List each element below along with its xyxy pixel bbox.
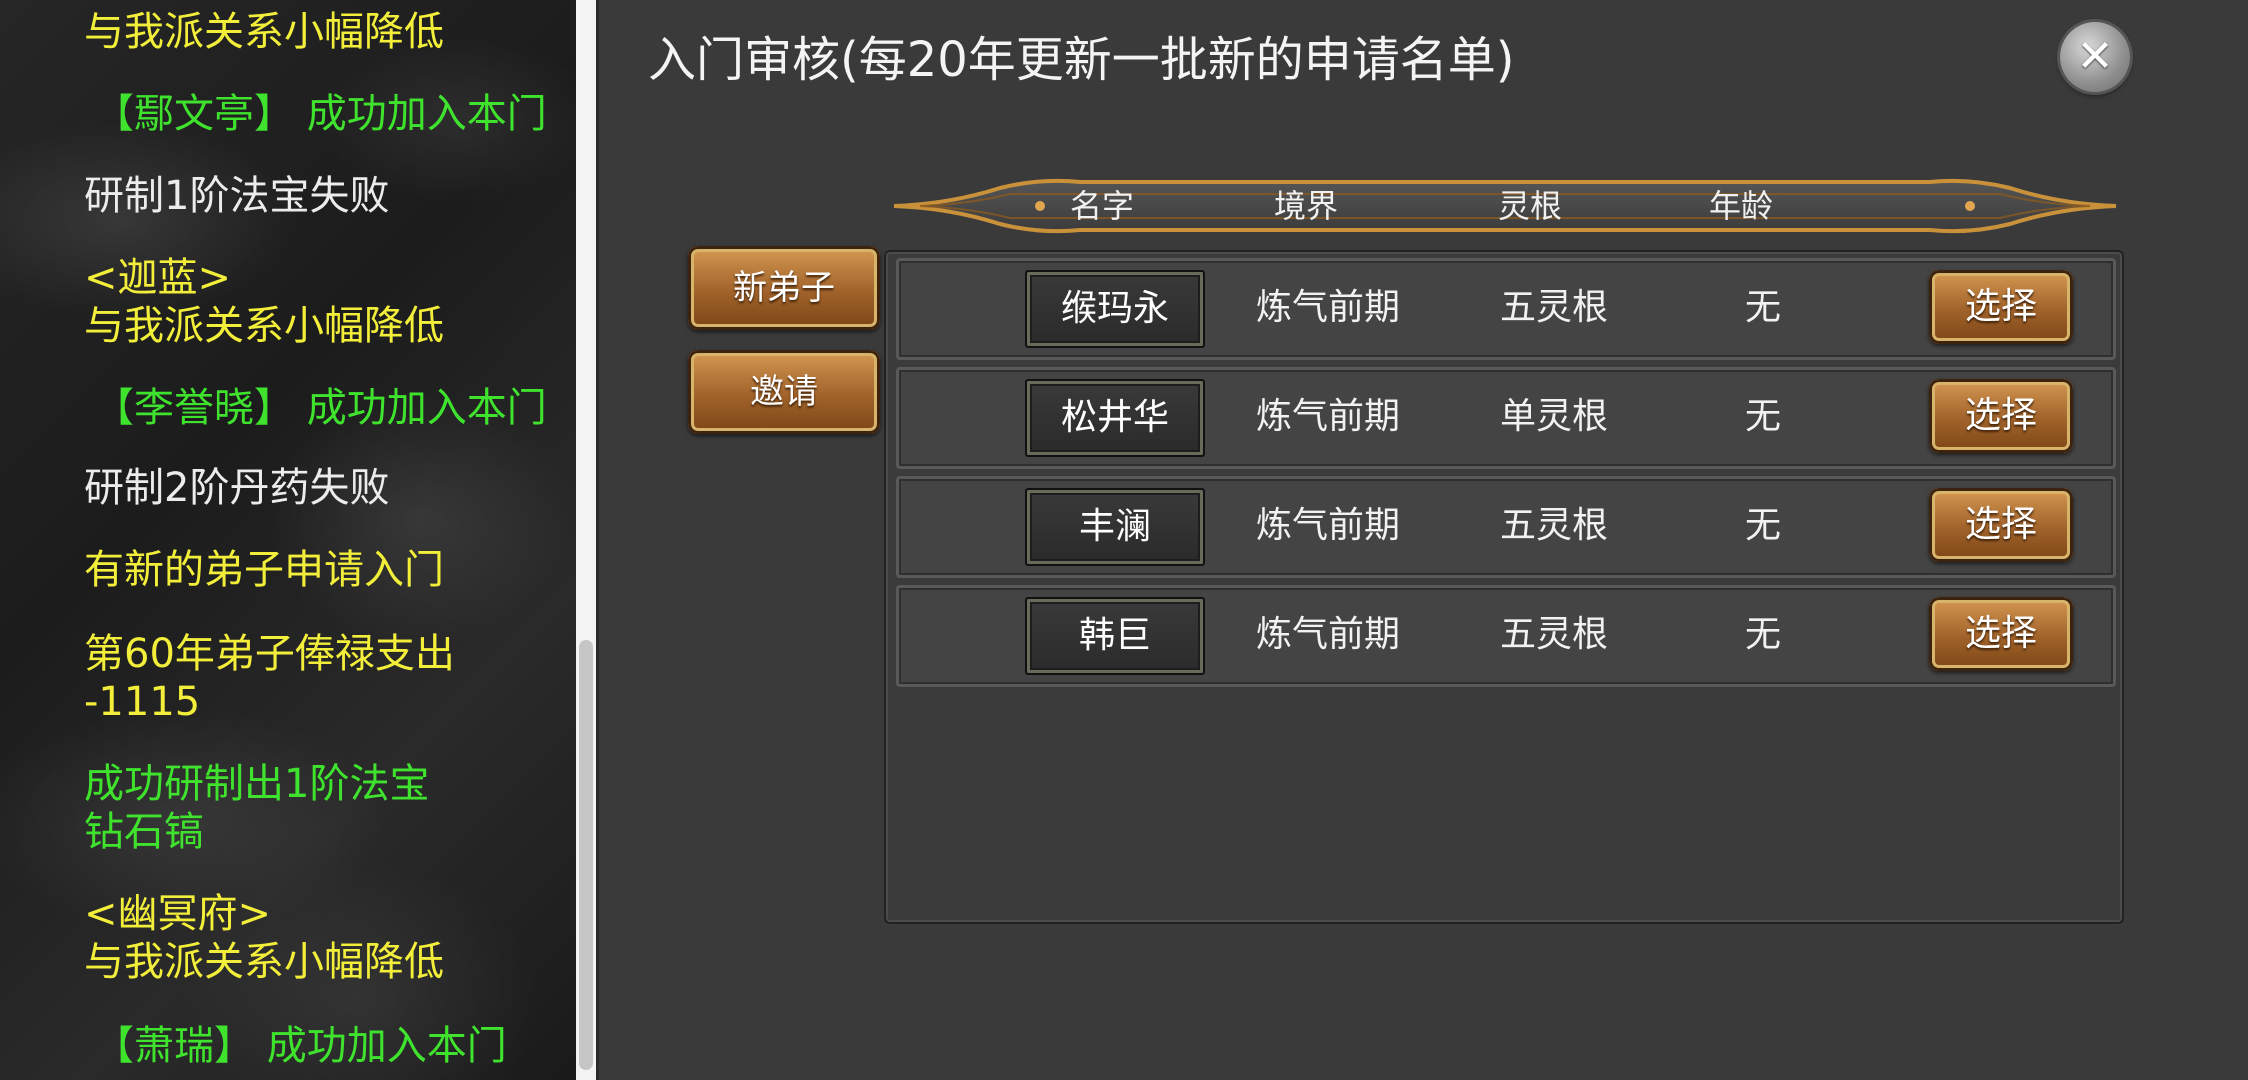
table-row: 松井华 炼气前期 单灵根 无 选择	[896, 367, 2116, 469]
log-line: <幽冥府>	[84, 891, 272, 937]
log-line: 与我派关系小幅降低	[84, 9, 444, 55]
log-line: 钻石镐	[84, 809, 204, 855]
applicant-spirit-root: 单灵根	[1499, 396, 1609, 437]
applicant-age: 无	[1744, 287, 1782, 328]
select-button[interactable]: 选择	[1929, 379, 2073, 453]
log-line: 与我派关系小幅降低	[84, 939, 444, 985]
log-line: 【李誉晓】 成功加入本门	[94, 385, 547, 431]
applicant-age: 无	[1744, 505, 1782, 546]
log-line: 第60年弟子俸禄支出	[84, 631, 455, 677]
log-entry: 【李誉晓】 成功加入本门	[94, 384, 547, 432]
column-header-name: 名字	[1069, 187, 1135, 225]
table-header-banner: 名字 境界 灵根 年龄	[890, 170, 2120, 242]
table-row: 缑玛永 炼气前期 五灵根 无 选择	[896, 258, 2116, 360]
log-line: 【萧瑞】 成功加入本门	[94, 1023, 507, 1069]
panel-divider	[596, 0, 599, 1080]
log-line: -1115	[84, 679, 201, 725]
applicant-age: 无	[1744, 396, 1782, 437]
log-entry: 研制1阶法宝失败	[84, 172, 389, 220]
log-entry: <迦蓝> 与我派关系小幅降低	[84, 254, 444, 350]
invite-button[interactable]: 邀请	[688, 350, 880, 434]
applicant-realm: 炼气前期	[1255, 287, 1401, 328]
column-header-realm: 境界	[1273, 187, 1339, 225]
event-log-panel[interactable]: 与我派关系小幅降低 【鄢文亭】 成功加入本门 研制1阶法宝失败 <迦蓝> 与我派…	[0, 0, 576, 1080]
log-entry: 【萧瑞】 成功加入本门	[94, 1022, 507, 1070]
close-icon: ✕	[2076, 31, 2114, 82]
log-line: 有新的弟子申请入门	[84, 547, 444, 593]
log-entry: <幽冥府> 与我派关系小幅降低	[84, 890, 444, 986]
applicant-realm: 炼气前期	[1255, 505, 1401, 546]
select-button[interactable]: 选择	[1929, 597, 2073, 671]
log-line: 【鄢文亭】 成功加入本门	[94, 91, 547, 137]
select-button[interactable]: 选择	[1929, 488, 2073, 562]
applicant-name: 缑玛永	[1025, 270, 1205, 348]
log-entry: 与我派关系小幅降低	[84, 8, 444, 56]
log-line: 研制2阶丹药失败	[84, 465, 390, 511]
applicant-table: 缑玛永 炼气前期 五灵根 无 选择 松井华 炼气前期 单灵根 无 选择 丰澜 炼…	[884, 250, 2124, 924]
applicant-spirit-root: 五灵根	[1499, 614, 1609, 655]
table-row: 韩巨 炼气前期 五灵根 无 选择	[896, 585, 2116, 687]
applicant-realm: 炼气前期	[1255, 614, 1401, 655]
log-line: 成功研制出1阶法宝	[84, 761, 430, 807]
applicant-name: 丰澜	[1025, 488, 1205, 566]
log-entry: 成功研制出1阶法宝 钻石镐	[84, 760, 429, 856]
log-line: 与我派关系小幅降低	[84, 303, 444, 349]
log-scrollbar[interactable]	[576, 0, 596, 1080]
table-row: 丰澜 炼气前期 五灵根 无 选择	[896, 476, 2116, 578]
column-header-age: 年龄	[1708, 187, 1774, 225]
log-entry: 研制2阶丹药失败	[84, 464, 389, 512]
new-disciples-button[interactable]: 新弟子	[688, 246, 880, 330]
column-header-spirit-root: 灵根	[1497, 187, 1563, 225]
dialog-title: 入门审核(每20年更新一批新的申请名单)	[648, 32, 1515, 88]
log-entry: 第60年弟子俸禄支出 -1115	[84, 630, 455, 726]
applicant-spirit-root: 五灵根	[1499, 287, 1609, 328]
applicant-realm: 炼气前期	[1255, 396, 1401, 437]
log-line: 研制1阶法宝失败	[84, 173, 390, 219]
log-entry: 有新的弟子申请入门	[84, 546, 444, 594]
applicant-name: 松井华	[1025, 379, 1205, 457]
log-scrollbar-thumb[interactable]	[579, 640, 593, 1070]
applicant-spirit-root: 五灵根	[1499, 505, 1609, 546]
select-button[interactable]: 选择	[1929, 270, 2073, 344]
log-line: <迦蓝>	[84, 255, 232, 301]
applicant-name: 韩巨	[1025, 597, 1205, 675]
applicant-age: 无	[1744, 614, 1782, 655]
log-entry: 【鄢文亭】 成功加入本门	[94, 90, 547, 138]
close-button[interactable]: ✕	[2060, 22, 2130, 92]
